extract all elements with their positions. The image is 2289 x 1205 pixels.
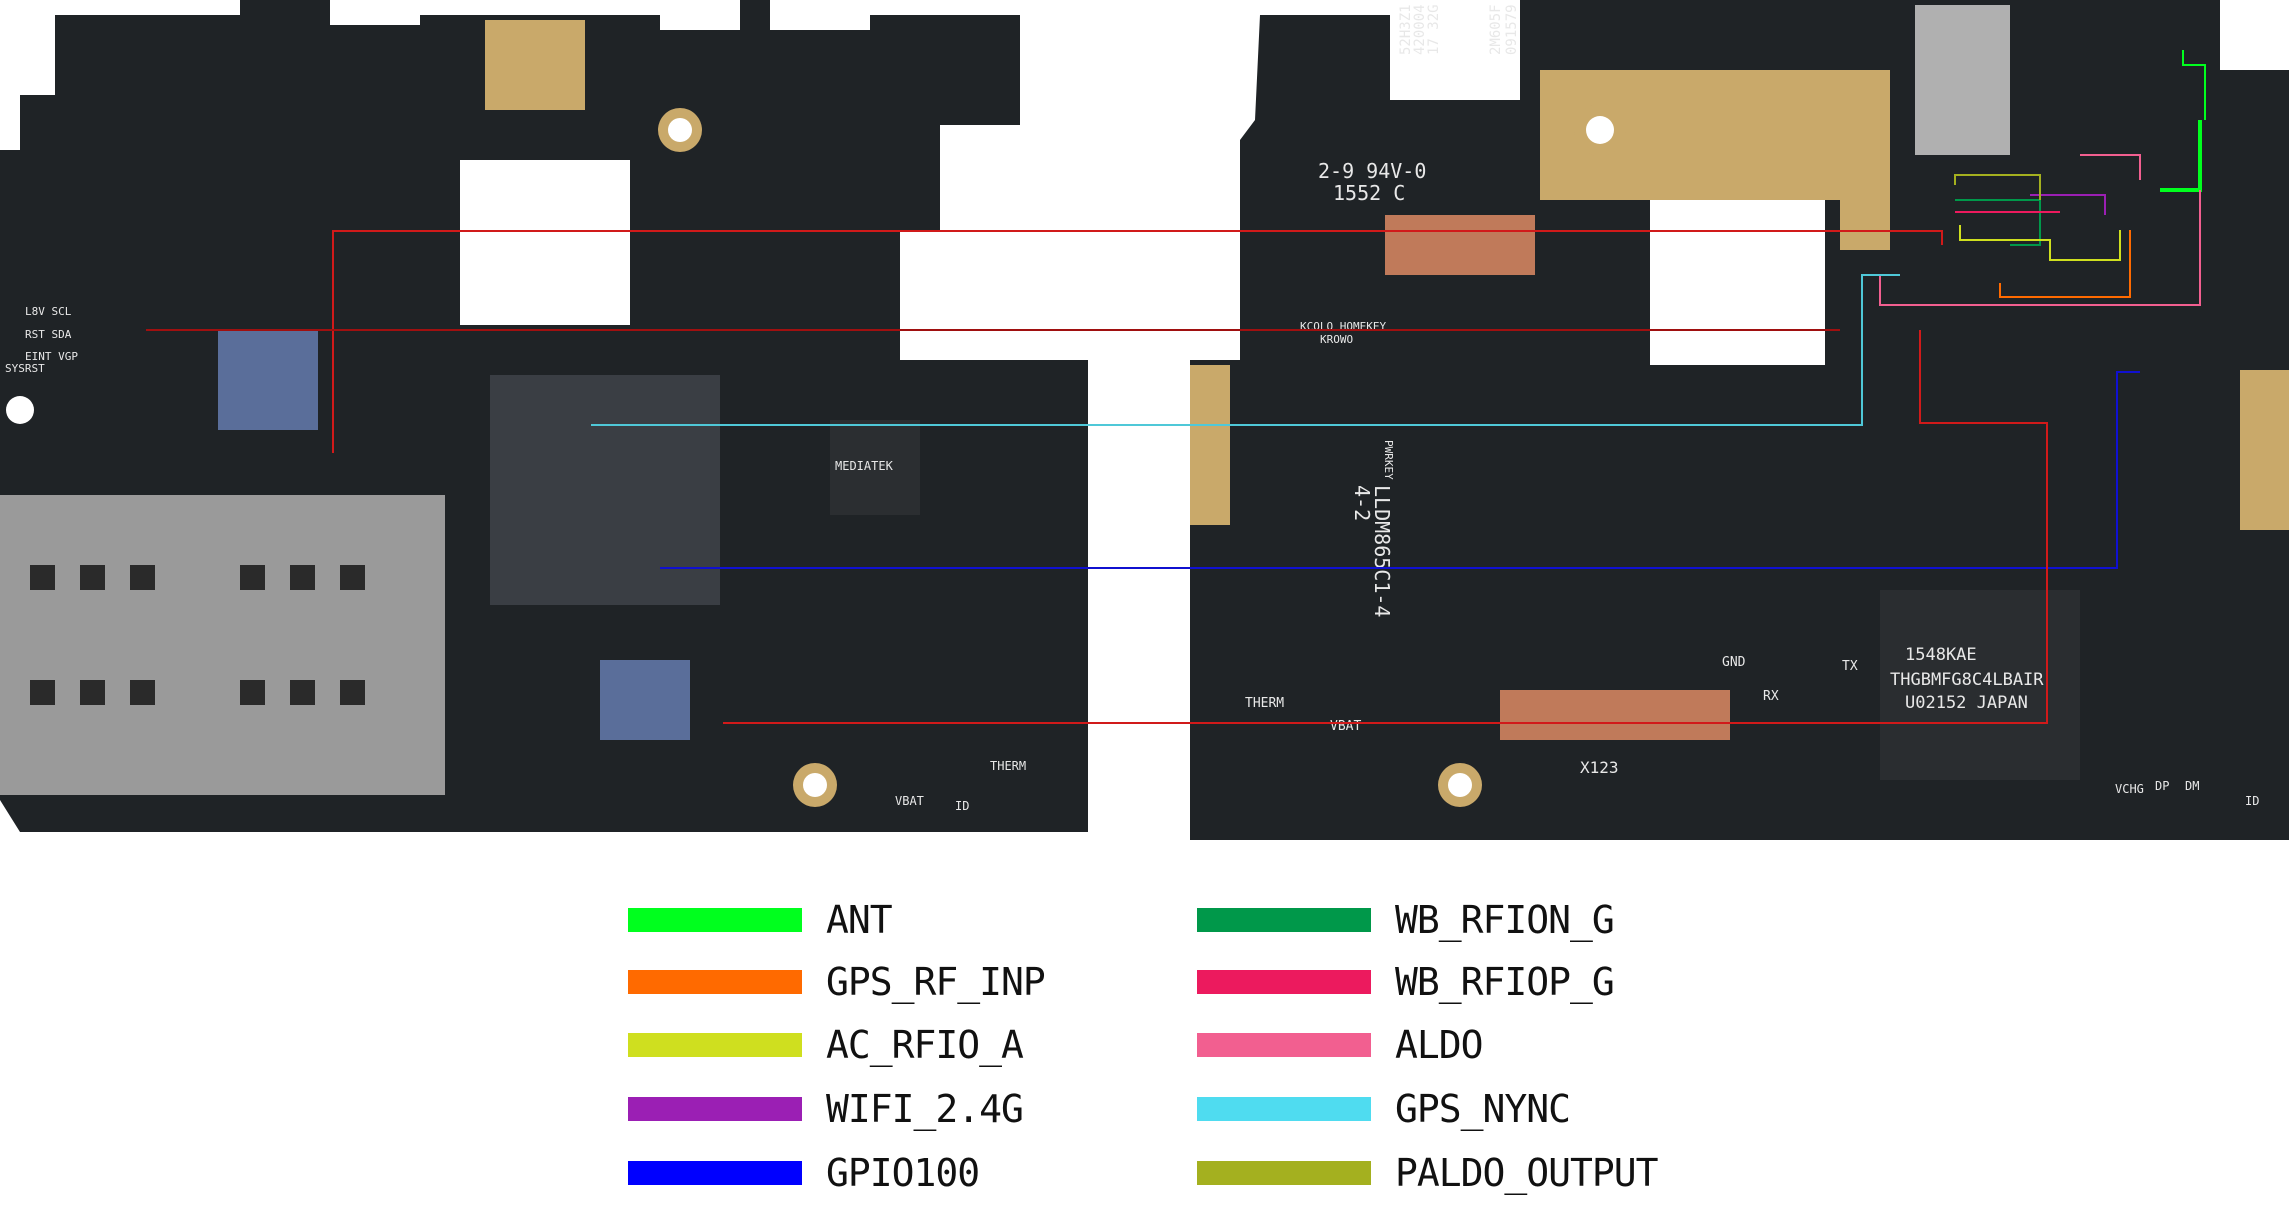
legend-label: ALDO (1395, 1023, 1484, 1067)
left-board: L8V SCL RST SDA EINT VGP SYSRST MEDIATEK… (0, 0, 1088, 832)
silk-label: KCOLO HOMEKEY (1300, 320, 1386, 333)
legend-swatch (1197, 1097, 1371, 1121)
legend-item: ALDO (1197, 1023, 1484, 1067)
legend-item: GPIO100 (628, 1151, 980, 1195)
silk-label: ID (2245, 794, 2259, 808)
legend-swatch (1197, 908, 1371, 932)
legend-label: ANT (826, 898, 893, 942)
legend-label: AC_RFIO_A (826, 1023, 1024, 1067)
pcb-diagram: L8V SCL RST SDA EINT VGP SYSRST MEDIATEK… (0, 0, 2289, 1205)
legend-swatch (1197, 1033, 1371, 1057)
legend-label: PALDO_OUTPUT (1395, 1151, 1659, 1195)
silk-label: TX (1842, 659, 1858, 674)
legend-swatch (1197, 970, 1371, 994)
silk-label: THERM (990, 759, 1026, 773)
legend-label: WB_RFION_G (1395, 898, 1615, 942)
right-board: 2-9 94V-0 1552 C 52H3Z1 420004 17 32G 2M… (1190, 0, 2289, 840)
pcb-boards: L8V SCL RST SDA EINT VGP SYSRST MEDIATEK… (0, 0, 2289, 840)
cpu-bga (490, 375, 720, 605)
silk-label: ID (955, 799, 969, 813)
legend-label: WIFI_2.4G (826, 1087, 1024, 1131)
legend-swatch (628, 908, 802, 932)
legend-label: WB_RFIOP_G (1395, 960, 1615, 1004)
silk-label: DP (2155, 779, 2169, 793)
silk-label: VCHG (2115, 782, 2144, 796)
silk-label: X123 (1580, 758, 1619, 777)
legend-label: GPS_NYNC (1395, 1087, 1571, 1131)
silk-label: 17 32G (1426, 4, 1442, 55)
legend-swatch (628, 970, 802, 994)
silk-label: L8V SCL (25, 305, 72, 318)
silk-label: THERM (1245, 696, 1284, 711)
silk-label: MEDIATEK (835, 459, 894, 473)
legend-item: WB_RFION_G (1197, 898, 1615, 942)
silk-label: 091579 (1504, 4, 1520, 55)
legend-label: GPS_RF_INP (826, 960, 1046, 1004)
legend-item: GPS_NYNC (1197, 1087, 1571, 1131)
silk-label: RX (1763, 689, 1779, 704)
legend-swatch (628, 1161, 802, 1185)
silk-label: U02152 JAPAN (1905, 693, 2028, 713)
legend-label: GPIO100 (826, 1151, 980, 1195)
legend-item: ANT (628, 898, 893, 942)
silk-label: GND (1722, 655, 1746, 670)
legend-item: PALDO_OUTPUT (1197, 1151, 1659, 1195)
silk-label: 1548KAE (1905, 645, 1977, 665)
silk-label: VBAT (895, 794, 924, 808)
legend-swatch (628, 1097, 802, 1121)
legend-swatch (1197, 1161, 1371, 1185)
silk-label: KROWO (1320, 333, 1353, 346)
silk-label: RST SDA (25, 328, 72, 341)
sim-tray (0, 495, 445, 795)
legend-item: AC_RFIO_A (628, 1023, 1024, 1067)
silk-label: PWRKEY (1382, 440, 1395, 480)
silk-label: 2-9 94V-0 (1318, 159, 1426, 183)
legend-item: WB_RFIOP_G (1197, 960, 1615, 1004)
silk-label: 4-2 (1350, 485, 1374, 521)
silk-label: THGBMFG8C4LBAIR (1890, 670, 2044, 690)
silk-label: 2M605F (1488, 4, 1504, 55)
legend-item: GPS_RF_INP (628, 960, 1046, 1004)
legend-swatch (628, 1033, 802, 1057)
silk-label: VBAT (1330, 719, 1361, 734)
legend-item: WIFI_2.4G (628, 1087, 1024, 1131)
silk-label: DM (2185, 779, 2199, 793)
silk-label: SYSRST (5, 362, 45, 375)
silk-label: 1552 C (1333, 181, 1405, 205)
